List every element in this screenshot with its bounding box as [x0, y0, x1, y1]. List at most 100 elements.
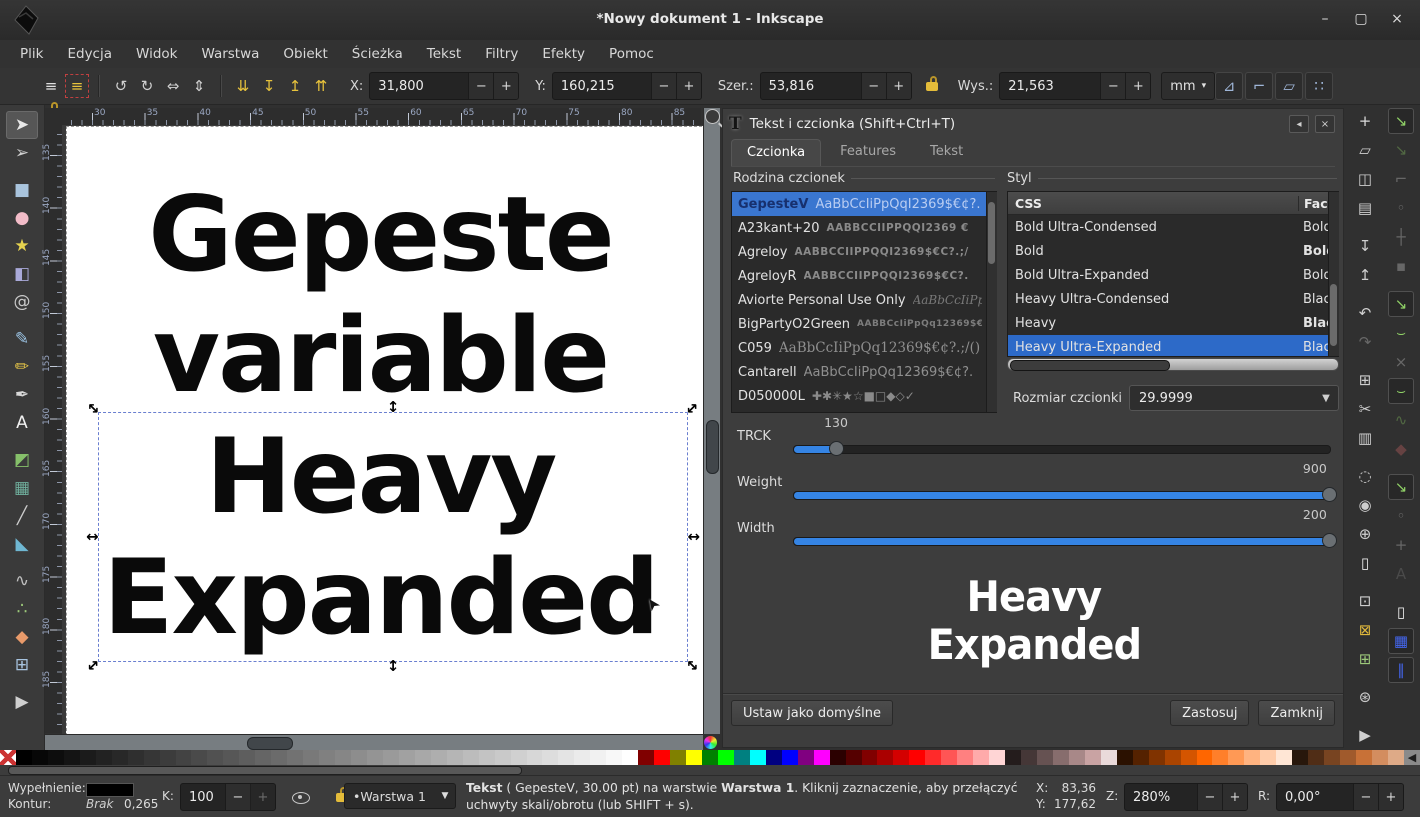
- tool-button[interactable]: ⊞: [6, 651, 38, 679]
- palette-swatch[interactable]: [271, 750, 287, 765]
- font-style-row[interactable]: Heavy Ultra-Condensed Blac: [1008, 287, 1338, 311]
- snap-toggle-icon[interactable]: ▪: [1388, 253, 1414, 279]
- tool-button[interactable]: ▦: [6, 474, 38, 502]
- command-icon[interactable]: +: [1352, 108, 1378, 134]
- palette-swatch[interactable]: [1340, 750, 1356, 765]
- palette-swatch[interactable]: [1149, 750, 1165, 765]
- dialog-tab[interactable]: Tekst: [915, 139, 978, 166]
- snap-toggle-icon[interactable]: ▦: [1388, 628, 1414, 654]
- palette-swatch[interactable]: [638, 750, 654, 765]
- palette-swatch[interactable]: [1388, 750, 1404, 765]
- scale-handle[interactable]: ↕: [387, 400, 400, 415]
- tool-button[interactable]: ■: [6, 176, 38, 204]
- palette-swatch[interactable]: [527, 750, 543, 765]
- rotation-input[interactable]: 0,00°: [1277, 784, 1353, 810]
- palette-swatch[interactable]: [1021, 750, 1037, 765]
- scale-handle[interactable]: ↕: [387, 659, 400, 674]
- palette-swatch[interactable]: [973, 750, 989, 765]
- color-managed-icon[interactable]: [704, 736, 717, 749]
- tool-button[interactable]: ✎: [6, 325, 38, 353]
- command-icon[interactable]: ↧: [1352, 233, 1378, 259]
- vertical-scrollbar[interactable]: [703, 108, 720, 734]
- palette-none-swatch[interactable]: [0, 750, 16, 765]
- dialog-tab[interactable]: Features: [825, 139, 911, 166]
- palette-swatch[interactable]: [1181, 750, 1197, 765]
- palette-swatch[interactable]: [622, 750, 638, 765]
- menu-item[interactable]: Tekst: [415, 42, 473, 66]
- font-style-row[interactable]: Heavy Ultra-Expanded Blac: [1008, 335, 1338, 357]
- palette-swatch[interactable]: [798, 750, 814, 765]
- palette-swatch[interactable]: [1133, 750, 1149, 765]
- palette-swatch[interactable]: [877, 750, 893, 765]
- snap-toggle-icon[interactable]: ×: [1388, 349, 1414, 375]
- toolbar-icon-button[interactable]: ≡: [38, 73, 64, 99]
- font-style-row[interactable]: Heavy Blac: [1008, 311, 1338, 335]
- horizontal-ruler[interactable]: 303540455055606570758085: [62, 108, 701, 125]
- snap-toggle-icon[interactable]: ◦: [1388, 195, 1414, 221]
- snap-toggle-icon[interactable]: ↘: [1388, 137, 1414, 163]
- palette-swatch[interactable]: [191, 750, 207, 765]
- command-icon[interactable]: ⊡: [1352, 588, 1378, 614]
- menu-item[interactable]: Edycja: [55, 42, 124, 66]
- palette-swatch[interactable]: [463, 750, 479, 765]
- snap-toggle-icon[interactable]: ↘: [1388, 108, 1414, 134]
- palette-swatch[interactable]: [734, 750, 750, 765]
- palette-swatch[interactable]: [1292, 750, 1308, 765]
- slider-handle[interactable]: [1322, 487, 1337, 502]
- palette-swatch[interactable]: [16, 750, 32, 765]
- snap-toggle-icon[interactable]: ⌐: [1388, 166, 1414, 192]
- transform-toggle-button[interactable]: ⊿: [1215, 72, 1243, 100]
- canvas-text-line[interactable]: variable: [66, 296, 695, 417]
- snap-toggle-icon[interactable]: ⌣: [1388, 378, 1414, 404]
- command-icon[interactable]: ▯: [1352, 550, 1378, 576]
- tool-button[interactable]: ◆: [6, 623, 38, 651]
- palette-swatch[interactable]: [941, 750, 957, 765]
- font-style-row[interactable]: Bold Ultra-Expanded Bold: [1008, 263, 1338, 287]
- zoom-corner-button[interactable]: [705, 109, 720, 124]
- tool-button[interactable]: ●: [6, 204, 38, 232]
- vertical-ruler[interactable]: 135140145150155160165170175180185: [45, 125, 62, 733]
- palette-swatch[interactable]: [909, 750, 925, 765]
- opacity-minus-button[interactable]: −: [225, 784, 250, 810]
- snap-toggle-icon[interactable]: ⌣: [1388, 320, 1414, 346]
- dialog-tab[interactable]: Czcionka: [731, 139, 821, 166]
- menu-item[interactable]: Obiekt: [271, 42, 339, 66]
- command-icon[interactable]: ⊞: [1352, 367, 1378, 393]
- canvas-text-line[interactable]: Gepeste: [66, 175, 695, 296]
- palette-swatch[interactable]: [495, 750, 511, 765]
- font-family-row[interactable]: D050000L ✚✱✳★☆■□◆◇✓: [732, 384, 996, 408]
- palette-swatch[interactable]: [1101, 750, 1117, 765]
- tool-button[interactable]: ╱: [6, 502, 38, 530]
- close-dialog-button[interactable]: Zamknij: [1258, 700, 1335, 726]
- scale-handle[interactable]: ↔: [687, 530, 700, 545]
- palette-swatch[interactable]: [1037, 750, 1053, 765]
- axis-slider[interactable]: [793, 537, 1331, 546]
- font-family-row[interactable]: BigPartyO2Green AABBCcIiPpQq12369$€: [732, 312, 996, 336]
- font-style-row[interactable]: Bold Bold: [1008, 239, 1338, 263]
- palette-swatch[interactable]: [1276, 750, 1292, 765]
- palette-swatch[interactable]: [176, 750, 192, 765]
- height-minus-button[interactable]: −: [1100, 73, 1125, 99]
- y-input[interactable]: 160,215: [553, 73, 651, 99]
- vertical-scrollbar-thumb[interactable]: [706, 420, 719, 474]
- toolbar-icon-button[interactable]: ⇔: [160, 73, 186, 99]
- snap-toggle-icon[interactable]: +: [1388, 532, 1414, 558]
- tool-button[interactable]: @: [6, 288, 38, 316]
- menu-item[interactable]: Filtry: [473, 42, 530, 66]
- axis-slider[interactable]: [793, 491, 1331, 500]
- command-icon[interactable]: ▱: [1352, 137, 1378, 163]
- palette-swatch[interactable]: [1053, 750, 1069, 765]
- palette-swatch[interactable]: [1085, 750, 1101, 765]
- x-plus-button[interactable]: +: [493, 73, 518, 99]
- snap-toggle-icon[interactable]: A: [1388, 561, 1414, 587]
- layer-visibility-icon[interactable]: [292, 792, 310, 804]
- palette-swatch[interactable]: [351, 750, 367, 765]
- palette-swatch[interactable]: [766, 750, 782, 765]
- palette-swatch[interactable]: [702, 750, 718, 765]
- units-dropdown[interactable]: mm ▾: [1161, 72, 1215, 100]
- palette-swatch[interactable]: [1005, 750, 1021, 765]
- width-minus-button[interactable]: −: [861, 73, 886, 99]
- tool-button[interactable]: A: [6, 409, 38, 437]
- canvas-viewport[interactable]: Gepeste variable Heavy Expanded ↔↕↔↔↔↕↔↔…: [62, 125, 703, 734]
- maximize-button[interactable]: ▢: [1350, 8, 1372, 30]
